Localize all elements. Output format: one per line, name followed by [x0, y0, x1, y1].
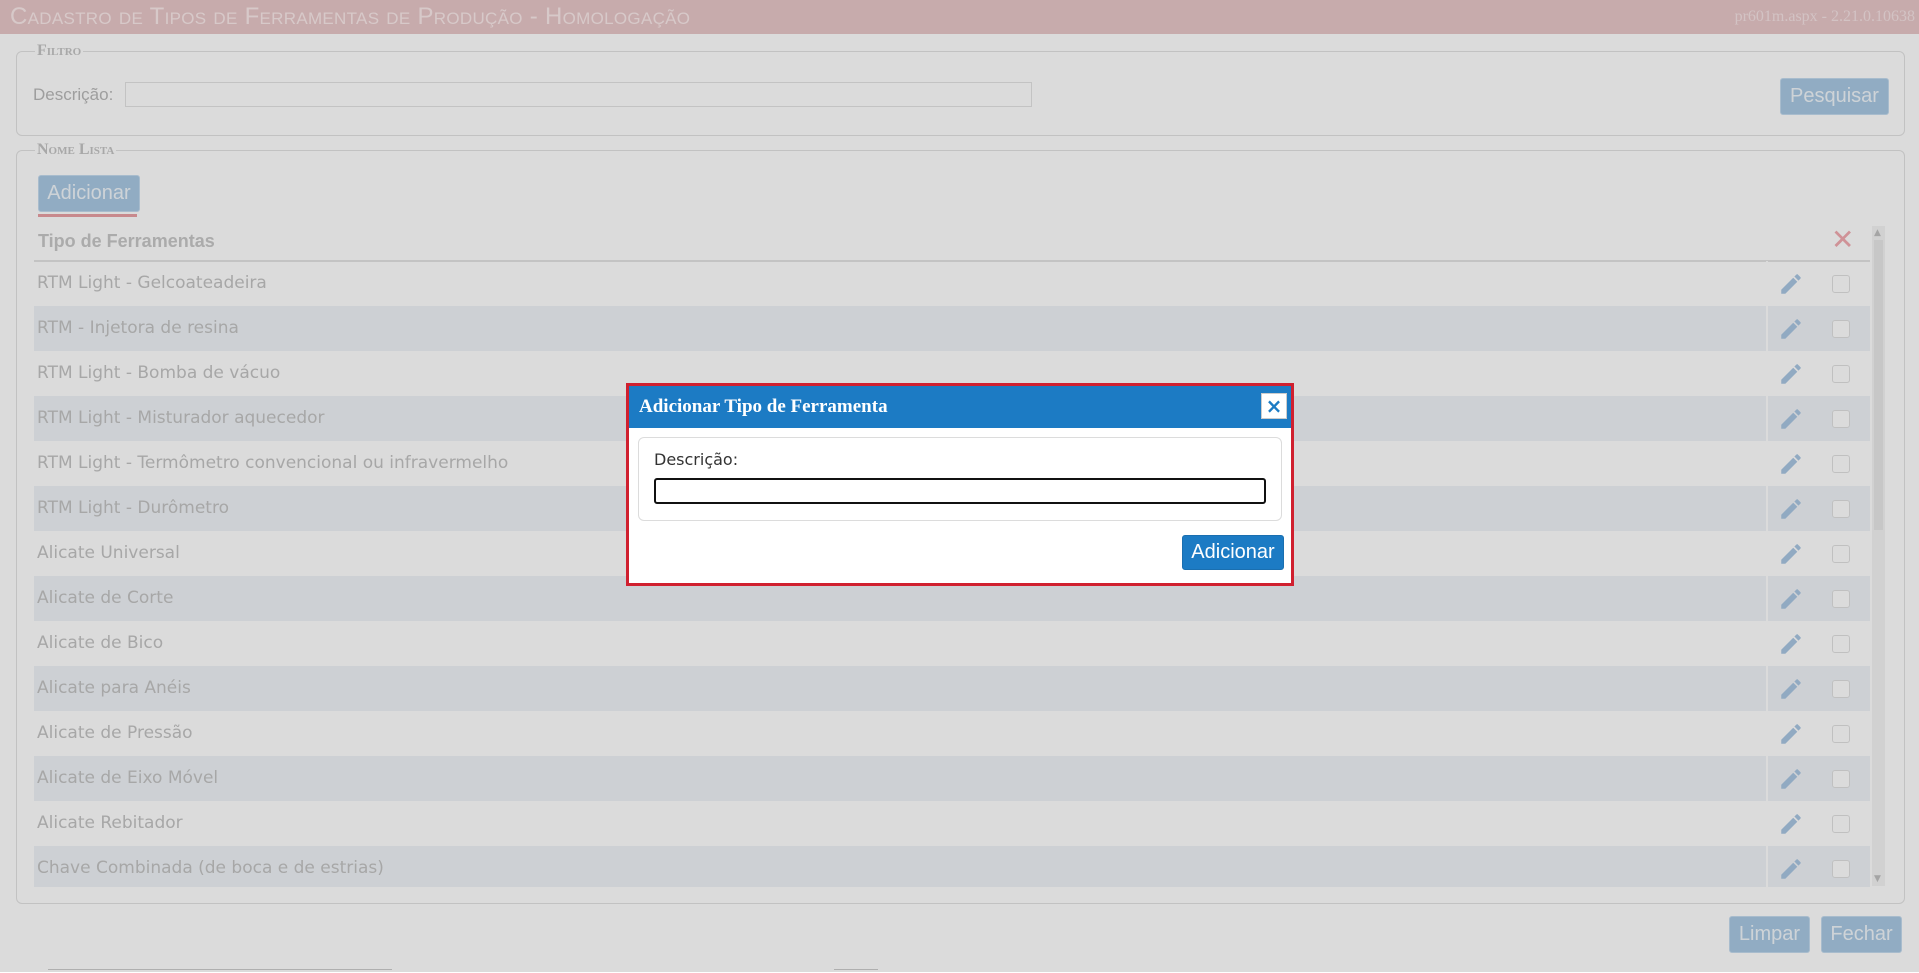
- dialog-form-box: Descrição:: [638, 437, 1282, 521]
- dialog-description-label: Descrição:: [654, 450, 739, 469]
- close-icon[interactable]: ×: [1261, 393, 1287, 419]
- dialog-header: Adicionar Tipo de Ferramenta ×: [629, 386, 1291, 428]
- dialog-title: Adicionar Tipo de Ferramenta: [639, 396, 888, 417]
- dialog-description-input[interactable]: [654, 478, 1266, 504]
- add-tool-type-dialog: Adicionar Tipo de Ferramenta × Descrição…: [626, 383, 1294, 586]
- dialog-add-button[interactable]: Adicionar: [1182, 535, 1284, 570]
